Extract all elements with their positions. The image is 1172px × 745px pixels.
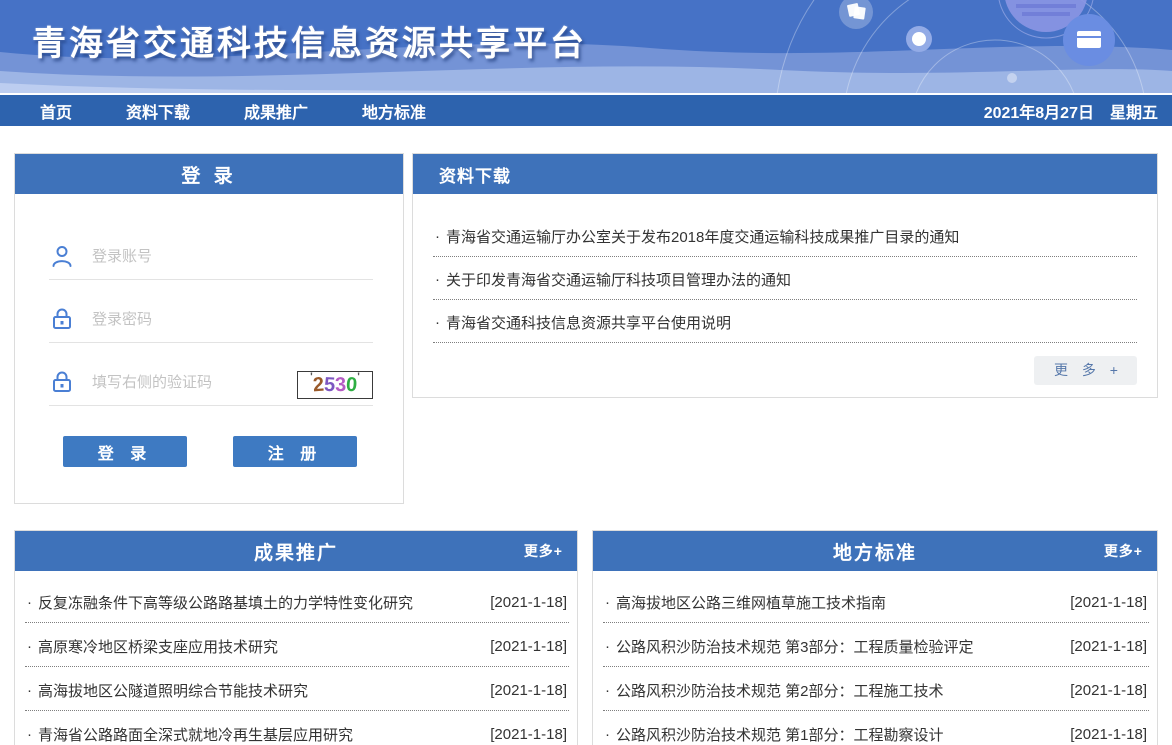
achievement-link[interactable]: · 高海拔地区公隧道照明综合节能技术研究 [2021-1-18] [25, 667, 569, 711]
achievement-date: [2021-1-18] [490, 726, 567, 743]
main-nav: 首页 资料下载 成果推广 地方标准 2021年8月27日星期五 [0, 93, 1172, 126]
account-input[interactable] [75, 248, 373, 265]
standard-link[interactable]: · 公路风积沙防治技术规范 第2部分：工程施工技术 [2021-1-18] [603, 667, 1149, 711]
login-panel: 登 录 [14, 153, 404, 504]
mail-icon [1063, 14, 1115, 66]
banner: 青海省交通科技信息资源共享平台 [0, 0, 1172, 93]
achievement-date: [2021-1-18] [490, 682, 567, 699]
downloads-more-button[interactable]: 更 多 + [1034, 356, 1137, 385]
bullet: · [435, 271, 440, 288]
standard-date: [2021-1-18] [1070, 682, 1147, 699]
standard-link[interactable]: · 公路风积沙防治技术规范 第3部分：工程质量检验评定 [2021-1-18] [603, 623, 1149, 667]
standard-date: [2021-1-18] [1070, 638, 1147, 655]
standards-panel: 地方标准 更多+ · 高海拔地区公路三维网植草施工技术指南 [2021-1-18]… [592, 530, 1158, 745]
achievements-more-button[interactable]: 更多+ [524, 531, 563, 571]
bullet: · [605, 638, 610, 655]
nav-item-downloads[interactable]: 资料下载 [126, 99, 190, 123]
weekday-text: 星期五 [1110, 105, 1158, 122]
login-panel-title: 登 录 [15, 154, 403, 194]
standard-link-text: 公路风积沙防治技术规范 第3部分：工程质量检验评定 [616, 636, 974, 657]
standard-date: [2021-1-18] [1070, 594, 1147, 611]
bullet: · [435, 314, 440, 331]
achievements-panel-title: 成果推广 [254, 538, 338, 565]
bullet: · [605, 682, 610, 699]
captcha-input[interactable] [75, 374, 297, 391]
register-button[interactable]: 注 册 [233, 436, 357, 467]
achievement-link-text: 高原寒冷地区桥梁支座应用技术研究 [38, 636, 278, 657]
bullet: · [27, 638, 32, 655]
download-link-text: 青海省交通运输厅办公室关于发布2018年度交通运输科技成果推广目录的通知 [446, 226, 959, 247]
bullet: · [435, 228, 440, 245]
captcha-image[interactable]: '2530' [297, 371, 373, 399]
achievement-link[interactable]: · 高原寒冷地区桥梁支座应用技术研究 [2021-1-18] [25, 623, 569, 667]
achievement-link-text: 高海拔地区公隧道照明综合节能技术研究 [38, 680, 308, 701]
downloads-panel: 资料下载 · 青海省交通运输厅办公室关于发布2018年度交通运输科技成果推广目录… [412, 153, 1158, 398]
nav-item-home[interactable]: 首页 [40, 99, 72, 123]
achievement-date: [2021-1-18] [490, 594, 567, 611]
captcha-digit: 0 [345, 375, 357, 396]
dot-icon [906, 26, 932, 52]
standard-link[interactable]: · 公路风积沙防治技术规范 第1部分：工程勘察设计 [2021-1-18] [603, 711, 1149, 745]
standard-date: [2021-1-18] [1070, 726, 1147, 743]
standards-more-button[interactable]: 更多+ [1104, 531, 1143, 571]
achievement-link-text: 青海省公路路面全深式就地冷再生基层应用研究 [38, 724, 353, 745]
standard-link-text: 高海拔地区公路三维网植草施工技术指南 [616, 592, 886, 613]
achievement-link[interactable]: · 反复冻融条件下高等级公路路基填土的力学特性变化研究 [2021-1-18] [25, 579, 569, 623]
bullet: · [27, 594, 32, 611]
achievement-link[interactable]: · 青海省公路路面全深式就地冷再生基层应用研究 [2021-1-18] [25, 711, 569, 745]
login-button[interactable]: 登 录 [63, 436, 187, 467]
nav-item-achievements[interactable]: 成果推广 [244, 99, 308, 123]
bullet: · [605, 726, 610, 743]
download-link[interactable]: · 关于印发青海省交通运输厅科技项目管理办法的通知 [433, 257, 1137, 300]
standard-link-text: 公路风积沙防治技术规范 第2部分：工程施工技术 [616, 680, 944, 701]
download-link[interactable]: · 青海省交通运输厅办公室关于发布2018年度交通运输科技成果推广目录的通知 [433, 214, 1137, 257]
captcha-digit: 5 [323, 375, 335, 396]
user-icon [49, 244, 75, 268]
download-link[interactable]: · 青海省交通科技信息资源共享平台使用说明 [433, 300, 1137, 343]
password-input[interactable] [75, 311, 373, 328]
standard-link[interactable]: · 高海拔地区公路三维网植草施工技术指南 [2021-1-18] [603, 579, 1149, 623]
password-field-row [49, 301, 373, 343]
bullet: · [605, 594, 610, 611]
achievement-link-text: 反复冻融条件下高等级公路路基填土的力学特性变化研究 [38, 592, 413, 613]
lock-icon [49, 370, 75, 394]
downloads-panel-title: 资料下载 [413, 154, 1157, 194]
download-link-text: 关于印发青海省交通运输厅科技项目管理办法的通知 [446, 269, 791, 290]
nav-item-standards[interactable]: 地方标准 [362, 99, 426, 123]
download-link-text: 青海省交通科技信息资源共享平台使用说明 [446, 312, 731, 333]
site-title: 青海省交通科技信息资源共享平台 [32, 16, 587, 65]
date-text: 2021年8月27日 [984, 105, 1094, 122]
captcha-field-row: '2530' [49, 364, 373, 406]
standard-link-text: 公路风积沙防治技术规范 第1部分：工程勘察设计 [616, 724, 944, 745]
achievement-date: [2021-1-18] [490, 638, 567, 655]
bullet: · [27, 726, 32, 743]
standards-panel-title: 地方标准 [833, 538, 917, 565]
current-date: 2021年8月27日星期五 [984, 99, 1172, 123]
bullet: · [27, 682, 32, 699]
lock-icon [49, 307, 75, 331]
account-field-row [49, 238, 373, 280]
small-dot [1007, 73, 1017, 83]
achievements-panel: 成果推广 更多+ · 反复冻融条件下高等级公路路基填土的力学特性变化研究 [202… [14, 530, 578, 745]
